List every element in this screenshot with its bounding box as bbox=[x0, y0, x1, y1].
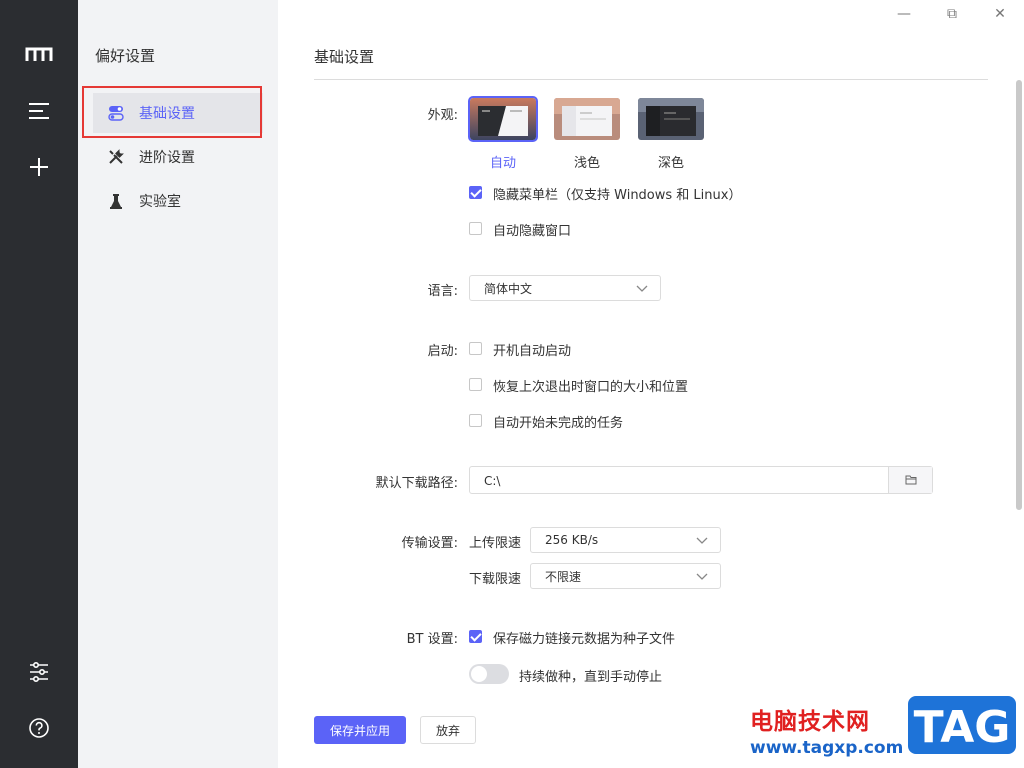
maximize-icon: ⧉ bbox=[947, 6, 957, 22]
download-path-input[interactable]: C:\ bbox=[469, 466, 933, 494]
bt-label: BT 设置: bbox=[406, 632, 458, 647]
page-title: 基础设置 bbox=[314, 48, 375, 66]
hide-menubar-checkbox[interactable] bbox=[469, 186, 482, 199]
keep-seeding-label: 持续做种，直到手动停止 bbox=[519, 670, 663, 685]
logo-icon[interactable] bbox=[19, 38, 59, 72]
language-label: 语言: bbox=[427, 284, 458, 299]
highlight-box bbox=[82, 86, 262, 138]
auto-hide-window-checkbox[interactable] bbox=[469, 222, 482, 235]
save-apply-button[interactable]: 保存并应用 bbox=[314, 716, 406, 744]
auto-resume-label: 自动开始未完成的任务 bbox=[493, 416, 624, 431]
sidebar-title: 偏好设置 bbox=[95, 47, 156, 65]
theme-auto-thumb[interactable] bbox=[468, 96, 538, 142]
maximize-button[interactable]: ⧉ bbox=[942, 5, 962, 23]
auto-resume-checkbox[interactable] bbox=[469, 414, 482, 427]
close-icon: ✕ bbox=[994, 6, 1006, 22]
svg-text:TAG: TAG bbox=[914, 702, 1011, 753]
minimize-icon: — bbox=[897, 6, 911, 22]
sidebar-item-label: 进阶设置 bbox=[139, 150, 195, 166]
upload-limit-value: 256 KB/s bbox=[545, 533, 599, 547]
sidebar-item-label: 实验室 bbox=[139, 194, 181, 210]
theme-auto-label[interactable]: 自动 bbox=[470, 152, 536, 171]
chevron-down-icon bbox=[636, 285, 648, 292]
save-magnet-checkbox[interactable] bbox=[469, 630, 482, 643]
language-select[interactable]: 简体中文 bbox=[469, 275, 661, 301]
discard-button[interactable]: 放弃 bbox=[420, 716, 476, 744]
language-value: 简体中文 bbox=[484, 281, 533, 296]
upload-limit-label: 上传限速 bbox=[469, 536, 522, 551]
flask-icon bbox=[107, 192, 125, 210]
watermark-url: www.tagxp.com bbox=[750, 738, 904, 758]
download-path-value: C:\ bbox=[484, 474, 501, 488]
theme-dark-label[interactable]: 深色 bbox=[638, 152, 704, 171]
watermark: 电脑技术网 www.tagxp.com TAG bbox=[720, 688, 1024, 768]
folder-icon bbox=[905, 475, 916, 485]
help-icon[interactable] bbox=[19, 711, 59, 745]
transfer-label: 传输设置: bbox=[401, 536, 458, 551]
auto-hide-window-label: 自动隐藏窗口 bbox=[493, 224, 572, 239]
close-button[interactable]: ✕ bbox=[990, 5, 1010, 23]
theme-dark-thumb[interactable] bbox=[638, 98, 704, 140]
chevron-down-icon bbox=[696, 537, 708, 544]
menu-icon[interactable] bbox=[19, 94, 59, 128]
minimize-button[interactable]: — bbox=[894, 5, 914, 23]
download-path-label: 默认下载路径: bbox=[375, 476, 458, 491]
theme-light-thumb[interactable] bbox=[554, 98, 620, 140]
settings-sliders-icon[interactable] bbox=[19, 655, 59, 689]
sidebar-item-lab[interactable]: 实验室 bbox=[93, 181, 263, 221]
appearance-label: 外观: bbox=[427, 108, 458, 123]
sidebar-item-advanced[interactable]: 进阶设置 bbox=[93, 137, 263, 177]
theme-light-label[interactable]: 浅色 bbox=[554, 152, 620, 171]
keep-seeding-toggle[interactable] bbox=[469, 664, 509, 684]
scrollbar[interactable] bbox=[1016, 80, 1022, 510]
title-divider bbox=[314, 79, 988, 80]
save-magnet-label: 保存磁力链接元数据为种子文件 bbox=[493, 632, 676, 647]
browse-folder-button[interactable] bbox=[888, 467, 932, 493]
toggle-knob bbox=[471, 666, 487, 682]
tag-logo-icon: TAG bbox=[908, 696, 1016, 754]
auto-launch-checkbox[interactable] bbox=[469, 342, 482, 355]
watermark-text: 电脑技术网 bbox=[750, 709, 870, 735]
download-limit-value: 不限速 bbox=[545, 569, 582, 584]
download-limit-label: 下载限速 bbox=[469, 572, 522, 587]
auto-launch-label: 开机自动启动 bbox=[493, 344, 572, 359]
hide-menubar-label: 隐藏菜单栏（仅支持 Windows 和 Linux） bbox=[493, 188, 742, 203]
upload-limit-select[interactable]: 256 KB/s bbox=[530, 527, 721, 553]
tools-icon bbox=[107, 148, 125, 166]
startup-label: 启动: bbox=[427, 344, 458, 359]
restore-window-label: 恢复上次退出时窗口的大小和位置 bbox=[493, 380, 689, 395]
add-icon[interactable] bbox=[19, 150, 59, 184]
download-limit-select[interactable]: 不限速 bbox=[530, 563, 721, 589]
restore-window-checkbox[interactable] bbox=[469, 378, 482, 391]
chevron-down-icon bbox=[696, 573, 708, 580]
left-rail bbox=[0, 0, 78, 768]
